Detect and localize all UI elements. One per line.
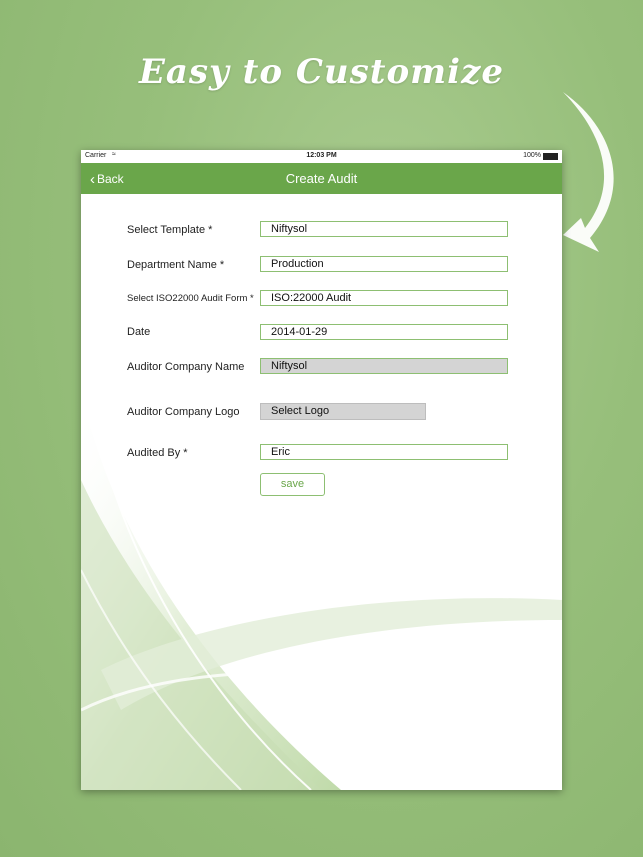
auditor-company-name-label: Auditor Company Name	[127, 361, 245, 373]
date-label: Date	[127, 326, 151, 338]
date-field[interactable]: 2014-01-29	[260, 324, 508, 340]
select-template-label: Select Template *	[127, 224, 213, 236]
ipad-screen: Carrier ≈ 12:03 PM 100% ‹ Back Create Aud…	[81, 150, 562, 790]
audit-form-field[interactable]: ISO:22000 Audit	[260, 290, 508, 306]
select-logo-button[interactable]: Select Logo	[260, 403, 426, 420]
audited-by-field[interactable]: Eric	[260, 444, 508, 460]
audited-by-label: Audited By *	[127, 447, 188, 459]
auditor-company-name-field: Niftysol	[260, 358, 508, 374]
promo-headline: Easy to Customize	[138, 52, 505, 92]
create-audit-form: Select Template * Niftysol Department Na…	[81, 150, 562, 790]
audit-form-label: Select ISO22000 Audit Form *	[127, 293, 254, 304]
department-name-field[interactable]: Production	[260, 256, 508, 272]
save-button[interactable]: save	[260, 473, 325, 496]
select-template-field[interactable]: Niftysol	[260, 221, 508, 237]
department-name-label: Department Name *	[127, 259, 225, 271]
curved-arrow-icon	[563, 92, 614, 252]
auditor-company-logo-label: Auditor Company Logo	[127, 406, 240, 418]
